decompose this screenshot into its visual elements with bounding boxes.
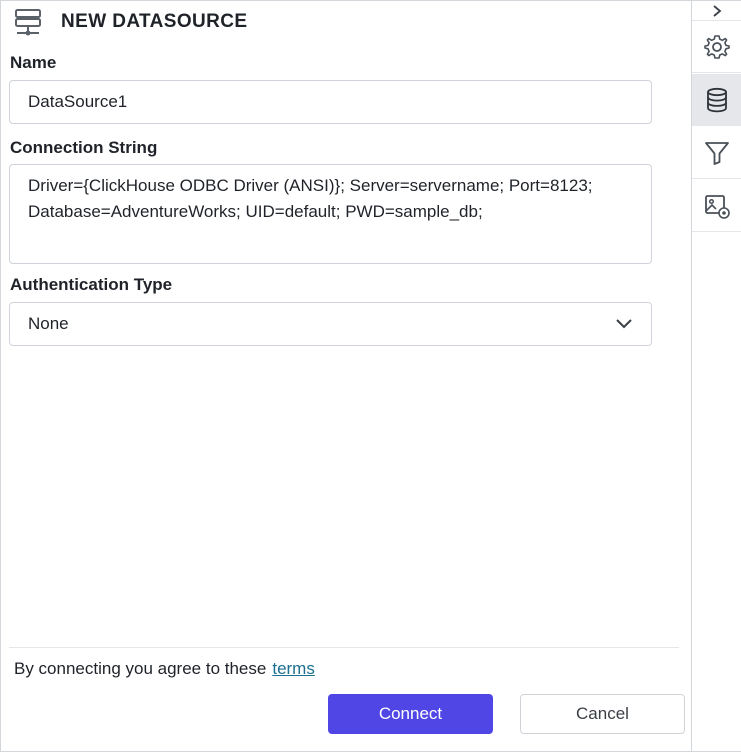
footer-divider: [9, 647, 679, 648]
terms-notice: By connecting you agree to these terms: [14, 659, 315, 679]
database-icon: [707, 87, 727, 112]
panel-header: NEW DATASOURCE: [13, 7, 247, 37]
connection-string-input[interactable]: Driver={ClickHouse ODBC Driver (ANSI)}; …: [9, 164, 652, 264]
sidebar-item-image-settings[interactable]: [692, 180, 741, 232]
sidebar-item-datasource[interactable]: [692, 74, 741, 126]
datasource-panel: NEW DATASOURCE Name Connection String Dr…: [1, 1, 691, 751]
window: NEW DATASOURCE Name Connection String Dr…: [0, 0, 741, 752]
page-title: NEW DATASOURCE: [61, 11, 248, 32]
chevron-right-icon: [713, 4, 722, 17]
name-input[interactable]: [9, 80, 652, 124]
authentication-type-select[interactable]: None: [9, 302, 652, 346]
image-settings-icon: [705, 194, 730, 219]
terms-text: By connecting you agree to these: [14, 659, 267, 678]
chevron-down-icon: [616, 319, 632, 329]
name-label: Name: [10, 53, 57, 72]
filter-icon: [705, 141, 729, 165]
terms-link[interactable]: terms: [272, 659, 315, 678]
connect-button[interactable]: Connect: [328, 694, 493, 734]
sidebar-item-filter[interactable]: [692, 127, 741, 179]
sidebar-item-settings[interactable]: [692, 21, 741, 73]
cancel-button[interactable]: Cancel: [520, 694, 685, 734]
authentication-type-label: Authentication Type: [10, 275, 173, 294]
collapse-sidebar-button[interactable]: [692, 1, 741, 21]
connection-string-label: Connection String: [10, 138, 158, 157]
gear-icon: [704, 34, 730, 59]
right-sidebar: [691, 1, 741, 751]
authentication-type-value: None: [28, 314, 69, 333]
server-icon: [15, 9, 41, 36]
